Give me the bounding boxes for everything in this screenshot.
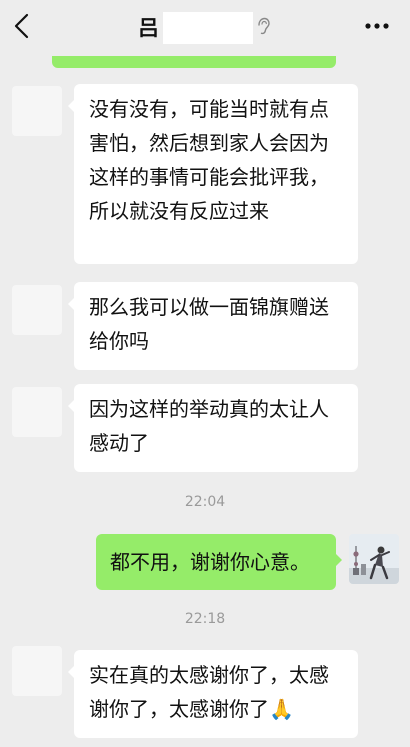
redaction-block	[163, 12, 253, 44]
message-timestamp: 22:04	[184, 494, 226, 510]
message-text: 实在真的太感谢你了，太感谢你了，太感谢你了🙏	[89, 663, 329, 721]
outgoing-message[interactable]: 都不用，谢谢你心意。	[96, 534, 342, 590]
more-dots-icon[interactable]	[364, 22, 390, 30]
chat-header: 吕	[0, 0, 410, 56]
incoming-message[interactable]: 实在真的太感谢你了，太感谢你了，太感谢你了🙏	[68, 650, 358, 738]
avatar[interactable]	[12, 86, 62, 136]
previous-outgoing-bubble	[52, 56, 336, 68]
avatar[interactable]	[12, 285, 62, 335]
message-text: 都不用，谢谢你心意。	[110, 550, 310, 574]
message-timestamp: 22:18	[184, 611, 226, 627]
message-text: 因为这样的举动真的太让人感动了	[89, 397, 329, 455]
message-text: 没有没有，可能当时就有点害怕，然后想到家人会因为这样的事情可能会批评我，所以就没…	[89, 97, 329, 223]
avatar[interactable]	[349, 534, 399, 584]
contact-name[interactable]: 吕	[138, 12, 159, 42]
message-text: 那么我可以做一面锦旗赠送给你吗	[89, 295, 329, 353]
chevron-left-icon[interactable]	[10, 12, 34, 40]
avatar[interactable]	[12, 387, 62, 437]
incoming-message[interactable]: 那么我可以做一面锦旗赠送给你吗	[68, 282, 358, 370]
incoming-message[interactable]: 因为这样的举动真的太让人感动了	[68, 384, 358, 472]
ear-icon	[258, 17, 270, 35]
avatar[interactable]	[12, 646, 62, 696]
avatar-photo	[349, 534, 399, 584]
chat-area[interactable]: 没有没有，可能当时就有点害怕，然后想到家人会因为这样的事情可能会批评我，所以就没…	[0, 56, 410, 747]
incoming-message[interactable]: 没有没有，可能当时就有点害怕，然后想到家人会因为这样的事情可能会批评我，所以就没…	[68, 84, 358, 264]
